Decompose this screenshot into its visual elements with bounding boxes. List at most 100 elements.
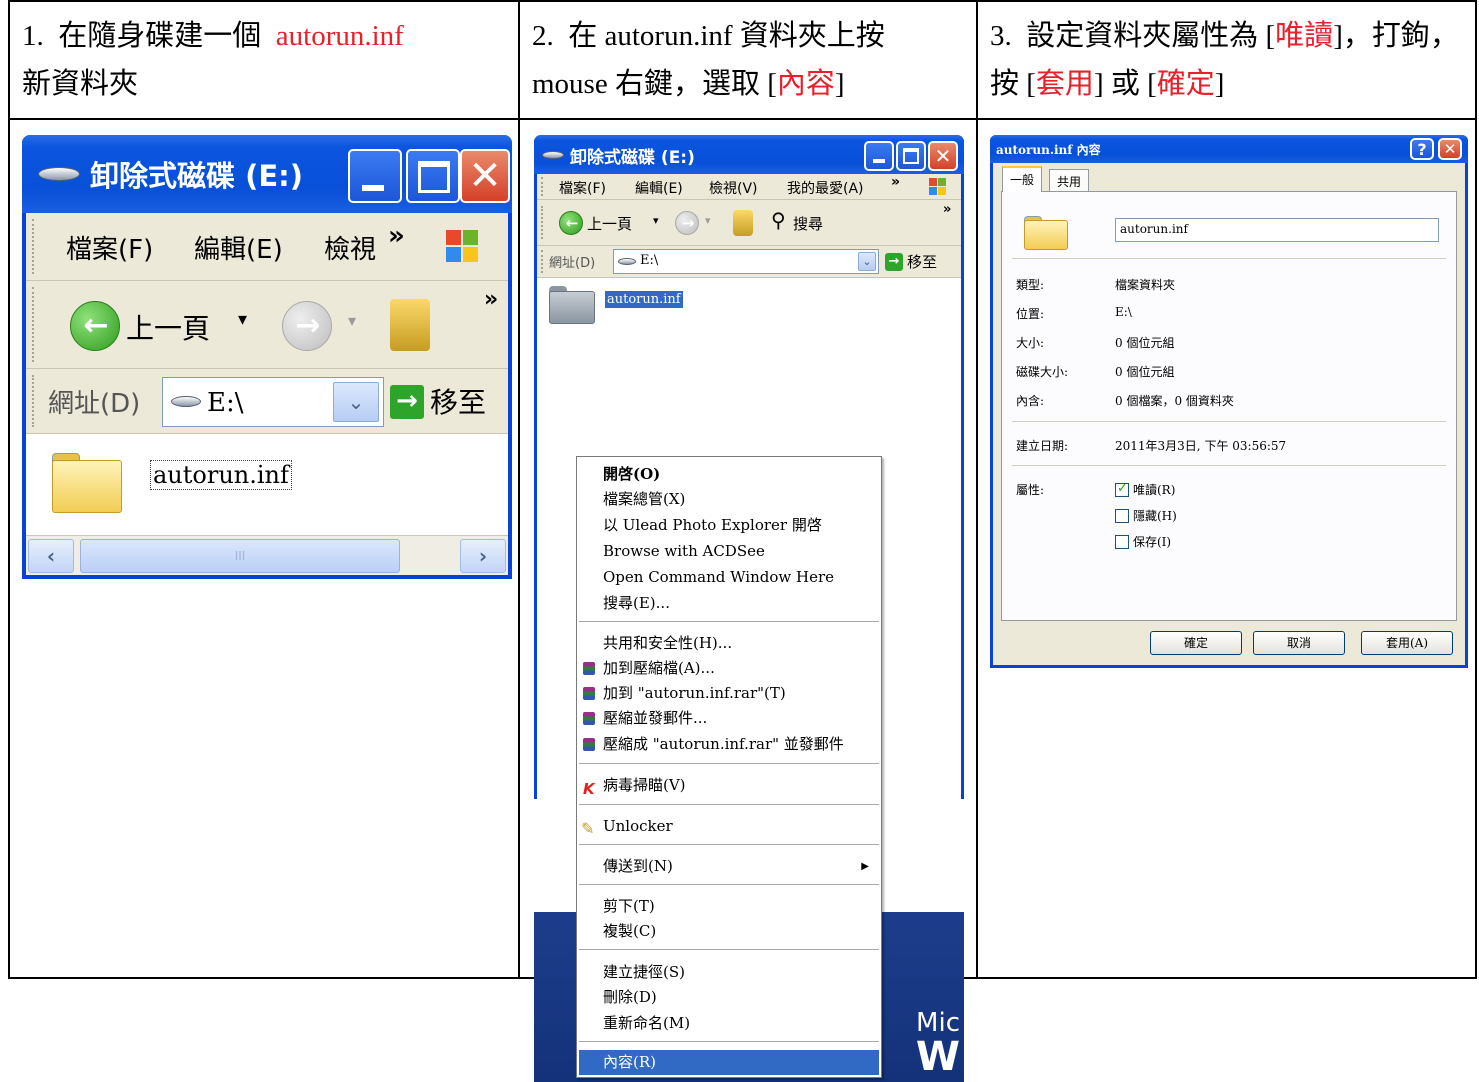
minimize-icon <box>362 185 384 191</box>
menu-favorites[interactable]: 我的最愛(A) <box>787 178 864 198</box>
menu-bar: 檔案(F) 編輯(E) 檢視(V) 我的最愛(A) » <box>537 174 961 200</box>
step-1-screenshot: 卸除式磁碟 (E:) ✕ 檔案(F) 編輯(E) 檢視 » ← 上一頁 ▾ → … <box>8 118 520 979</box>
menu-file[interactable]: 檔案(F) <box>559 178 606 198</box>
archive-checkbox[interactable] <box>1115 535 1129 549</box>
address-dropdown-button[interactable]: ⌄ <box>333 382 379 422</box>
up-folder-icon[interactable] <box>390 299 430 351</box>
menu-overflow-chevron[interactable]: » <box>388 221 405 251</box>
scroll-thumb[interactable]: III <box>80 539 400 573</box>
go-button[interactable]: 移至 <box>907 251 937 272</box>
context-item-search[interactable]: 搜尋(E)... <box>579 591 879 616</box>
context-item-cut[interactable]: 剪下(T) <box>579 894 879 919</box>
title-bar[interactable]: autorun.inf 內容 ? ✕ <box>990 135 1468 163</box>
header-row: 1. 在隨身碟建一個 autorun.inf 新資料夾 2. 在 autorun… <box>8 0 1477 120</box>
created-value: 2011年3月3日, 下午 03:56:57 <box>1115 439 1287 453</box>
maximize-button[interactable] <box>406 149 460 203</box>
folder-name-label[interactable]: autorun.inf <box>605 291 683 308</box>
readonly-label[interactable]: 唯讀(R) <box>1133 481 1175 498</box>
step-3-screenshot: autorun.inf 內容 ? ✕ 一般 共用 autorun.inf 類型:… <box>976 118 1477 979</box>
toolbar-grip[interactable] <box>32 219 35 274</box>
forward-button[interactable]: → <box>675 211 699 235</box>
menu-overflow-chevron[interactable]: » <box>891 174 900 190</box>
scroll-right-button[interactable]: › <box>460 539 506 573</box>
back-dropdown-icon[interactable]: ▾ <box>238 309 247 330</box>
help-button[interactable]: ? <box>1410 138 1434 160</box>
go-arrow-icon[interactable]: → <box>885 253 903 271</box>
menu-file[interactable]: 檔案(F) <box>66 229 153 266</box>
menu-view[interactable]: 檢視 <box>324 229 376 266</box>
context-item-acdsee[interactable]: Browse with ACDSee <box>579 539 879 564</box>
archive-label[interactable]: 保存(I) <box>1133 533 1171 550</box>
toolbar-overflow-chevron[interactable]: » <box>943 202 951 217</box>
back-dropdown-icon[interactable]: ▾ <box>653 214 659 227</box>
go-arrow-icon[interactable]: → <box>390 385 424 419</box>
toolbar-grip[interactable] <box>541 206 544 239</box>
context-item-explore[interactable]: 檔案總管(X) <box>579 487 879 512</box>
horizontal-scrollbar[interactable]: ‹ III › <box>26 535 508 575</box>
back-button[interactable]: ← <box>559 211 583 235</box>
size-label: 大小: <box>1016 336 1045 350</box>
context-item-rename[interactable]: 重新命名(M) <box>579 1011 879 1036</box>
folder-name-input[interactable]: autorun.inf <box>1115 218 1439 242</box>
context-item-properties[interactable]: 內容(R) <box>579 1050 879 1075</box>
tab-sharing[interactable]: 共用 <box>1049 169 1090 191</box>
folder-icon[interactable] <box>549 286 595 324</box>
context-item-copy[interactable]: 複製(C) <box>579 919 879 944</box>
context-item-delete[interactable]: 刪除(D) <box>579 985 879 1010</box>
context-item-send-to[interactable]: 傳送到(N) ▶ <box>579 854 879 879</box>
back-arrow-icon: ← <box>70 301 120 351</box>
type-label: 類型: <box>1016 278 1045 292</box>
step-highlight: 套用 <box>1035 68 1094 100</box>
hidden-label[interactable]: 隱藏(H) <box>1133 507 1177 524</box>
minimize-button[interactable] <box>348 149 402 203</box>
windows-logo-icon <box>446 230 480 264</box>
context-item-compress-email[interactable]: 壓縮並發郵件... <box>579 706 879 731</box>
context-item-virus-scan[interactable]: K 病毒掃瞄(V) <box>579 773 879 798</box>
step-1-instruction: 1. 在隨身碟建一個 autorun.inf 新資料夾 <box>8 0 520 120</box>
title-bar[interactable]: 卸除式磁碟 (E:) ✕ <box>22 135 512 213</box>
address-label: 網址(D) <box>48 389 141 419</box>
apply-button[interactable]: 套用(A) <box>1361 631 1453 655</box>
tab-general[interactable]: 一般 <box>1002 166 1043 192</box>
context-item-create-shortcut[interactable]: 建立捷徑(S) <box>579 960 879 985</box>
menu-view[interactable]: 檢視(V) <box>709 178 758 198</box>
go-button[interactable]: 移至 <box>430 381 486 421</box>
context-item-unlocker[interactable]: ✎ Unlocker <box>579 814 879 839</box>
context-item-sharing[interactable]: 共用和安全性(H)... <box>579 631 879 656</box>
close-button[interactable]: ✕ <box>1438 138 1462 160</box>
context-item-open[interactable]: 開啓(O) <box>579 462 879 487</box>
minimize-button[interactable] <box>864 141 894 171</box>
address-input[interactable]: E:\ ⌄ <box>162 377 384 427</box>
search-button[interactable]: 搜尋 <box>793 213 823 234</box>
folder-name-label[interactable]: autorun.inf <box>150 460 292 490</box>
readonly-checkbox[interactable]: ✓ <box>1115 481 1129 497</box>
close-button[interactable]: ✕ <box>460 149 510 203</box>
menu-separator <box>579 763 879 764</box>
menu-edit[interactable]: 編輯(E) <box>194 229 283 266</box>
context-item-ulead[interactable]: 以 Ulead Photo Explorer 開啓 <box>579 513 879 538</box>
context-item-add-archive[interactable]: 加到壓縮檔(A)... <box>579 656 879 681</box>
hidden-checkbox[interactable] <box>1115 509 1129 523</box>
toolbar-grip[interactable] <box>32 287 35 362</box>
scroll-left-button[interactable]: ‹ <box>28 539 74 573</box>
toolbar-grip[interactable] <box>541 250 544 273</box>
context-item-command-window[interactable]: Open Command Window Here <box>579 565 879 590</box>
context-item-add-rar[interactable]: 加到 "autorun.inf.rar"(T) <box>579 681 879 706</box>
folder-icon[interactable] <box>52 453 122 513</box>
close-button[interactable]: ✕ <box>928 141 958 171</box>
title-bar[interactable]: 卸除式磁碟 (E:) ✕ <box>534 135 964 174</box>
winrar-icon <box>583 738 595 751</box>
up-folder-icon[interactable] <box>733 210 753 236</box>
contains-label: 內含: <box>1016 394 1045 408</box>
toolbar-grip[interactable] <box>541 177 544 196</box>
toolbar-grip[interactable] <box>32 375 35 427</box>
toolbar-overflow-chevron[interactable]: » <box>484 287 498 312</box>
context-item-compress-rar-email[interactable]: 壓縮成 "autorun.inf.rar" 並發郵件 <box>579 732 879 757</box>
address-dropdown-button[interactable]: ⌄ <box>858 252 876 271</box>
menu-edit[interactable]: 編輯(E) <box>635 178 683 198</box>
maximize-button[interactable] <box>896 141 926 171</box>
ok-button[interactable]: 確定 <box>1150 631 1242 655</box>
address-input[interactable]: E:\ ⌄ <box>613 249 879 274</box>
forward-button[interactable]: → <box>282 301 332 351</box>
cancel-button[interactable]: 取消 <box>1253 631 1345 655</box>
